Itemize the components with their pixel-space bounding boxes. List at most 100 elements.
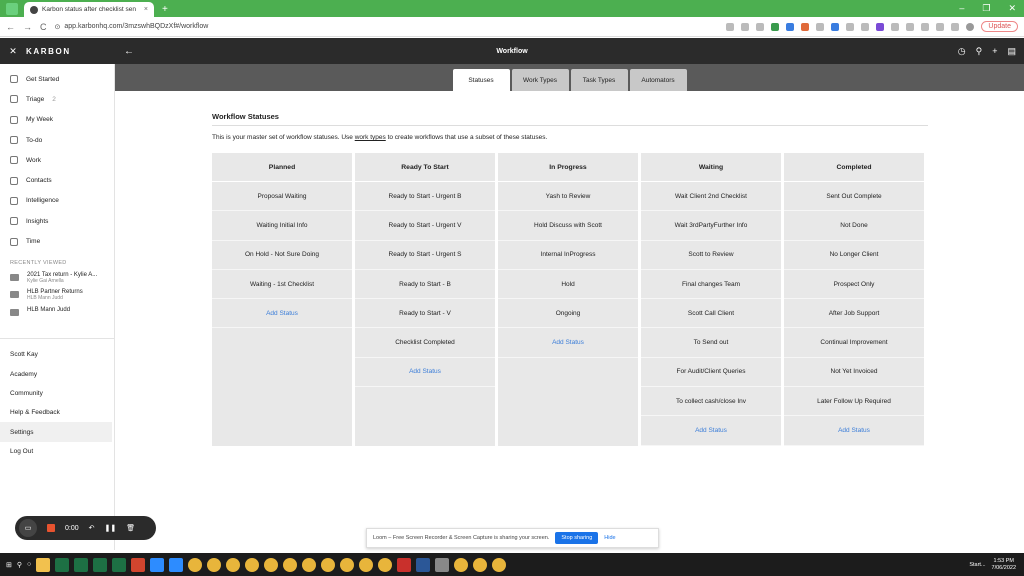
sidebar-item-work[interactable]: Work <box>0 150 114 170</box>
chrome-icon[interactable] <box>207 557 222 572</box>
chrome-icon[interactable] <box>340 557 355 572</box>
timer-icon[interactable]: ◷ <box>958 46 966 57</box>
excel-icon[interactable] <box>74 557 89 572</box>
hide-button[interactable]: Hide <box>604 535 615 541</box>
status-item[interactable]: After Job Support <box>784 299 924 329</box>
add-status-button[interactable]: Add Status <box>355 358 495 388</box>
extension-icon[interactable] <box>726 22 735 31</box>
search-icon[interactable]: ⚲ <box>17 561 22 569</box>
status-item[interactable]: Prospect Only <box>784 270 924 300</box>
chrome-icon[interactable] <box>492 557 507 572</box>
chrome-icon[interactable] <box>226 557 241 572</box>
profile-avatar[interactable] <box>966 22 975 31</box>
chrome-icon[interactable] <box>321 557 336 572</box>
excel-icon[interactable] <box>55 557 70 572</box>
tab-automators[interactable]: Automators <box>629 69 687 91</box>
chrome-icon[interactable] <box>302 557 317 572</box>
close-icon[interactable]: ✕ <box>0 46 26 57</box>
status-item[interactable]: Scott Call Client <box>641 299 781 329</box>
back-arrow-icon[interactable]: ← <box>124 46 134 57</box>
back-button[interactable]: ← <box>6 22 15 32</box>
url-field[interactable]: ⊙ app.karbonhq.com/3mzswhBQDzXf#/workflo… <box>55 23 375 31</box>
status-item[interactable]: To collect cash/close Inv <box>641 387 781 417</box>
status-item[interactable]: Ready to Start - Urgent S <box>355 241 495 270</box>
extension-icon[interactable] <box>771 22 780 31</box>
status-item[interactable]: Not Done <box>784 211 924 241</box>
excel-icon[interactable] <box>112 557 127 572</box>
status-item[interactable]: Ready to Start - V <box>355 299 495 329</box>
tab-statuses[interactable]: Statuses <box>452 69 510 91</box>
status-item[interactable]: Waiting - 1st Checklist <box>212 270 352 300</box>
extension-icon[interactable] <box>801 22 810 31</box>
status-item[interactable]: Scott to Review <box>641 241 781 270</box>
sidebar-item-insights[interactable]: Insights <box>0 211 114 231</box>
tab-close-icon[interactable]: × <box>144 6 148 13</box>
sidebar-item-academy[interactable]: Academy <box>0 364 114 383</box>
stop-sharing-button[interactable]: Stop sharing <box>555 532 599 544</box>
extension-icon[interactable] <box>786 22 795 31</box>
task-view-icon[interactable]: ○ <box>27 561 31 568</box>
status-item[interactable]: Later Follow Up Required <box>784 387 924 417</box>
status-item[interactable]: Hold Discuss with Scott <box>498 211 638 241</box>
add-status-button[interactable]: Add Status <box>498 328 638 358</box>
word-icon[interactable] <box>416 557 431 572</box>
sidebar-item-triage[interactable]: Triage 2 <box>0 89 114 109</box>
sidebar-item-settings[interactable]: Settings <box>0 422 112 442</box>
status-item[interactable]: Hold <box>498 270 638 300</box>
stocks-widget[interactable]: Start... <box>969 562 985 568</box>
recent-item[interactable]: HLB Mann Judd <box>0 307 114 325</box>
zoom-icon[interactable] <box>169 557 184 572</box>
update-button[interactable]: Update <box>981 21 1018 32</box>
tab-work-types[interactable]: Work Types <box>511 69 569 91</box>
stop-recording-button[interactable] <box>47 524 55 532</box>
add-status-button[interactable]: Add Status <box>784 416 924 446</box>
close-window-button[interactable]: ✕ <box>1008 3 1016 14</box>
sidebar-item-get-started[interactable]: Get Started <box>0 69 114 89</box>
new-tab-button[interactable]: + <box>162 4 168 15</box>
status-item[interactable]: Ready to Start - Urgent V <box>355 211 495 241</box>
status-item[interactable]: On Hold - Not Sure Doing <box>212 241 352 270</box>
extension-icon[interactable] <box>891 22 900 31</box>
extension-icon[interactable] <box>906 22 915 31</box>
tab-search-icon[interactable] <box>6 3 18 15</box>
maximize-button[interactable]: ❐ <box>982 3 990 14</box>
sidebar-item-my-week[interactable]: My Week <box>0 110 114 130</box>
status-item[interactable]: Proposal Waiting <box>212 182 352 212</box>
status-item[interactable]: Continual Improvement <box>784 328 924 358</box>
app-icon[interactable] <box>435 557 450 572</box>
status-item[interactable]: Internal InProgress <box>498 241 638 270</box>
sidebar-item-logout[interactable]: Log Out <box>0 442 114 461</box>
status-item[interactable]: Not Yet Invoiced <box>784 358 924 388</box>
chrome-icon[interactable] <box>245 557 260 572</box>
extension-icon[interactable] <box>756 22 765 31</box>
app-icon[interactable] <box>131 557 146 572</box>
search-icon[interactable]: ⚲ <box>976 46 983 57</box>
sidebar-item-todo[interactable]: To-do <box>0 130 114 150</box>
start-icon[interactable]: ⊞ <box>6 561 12 569</box>
status-item[interactable]: Ongoing <box>498 299 638 329</box>
restart-icon[interactable]: ↶ <box>89 524 95 532</box>
recent-item[interactable]: HLB Partner Returns HLB Mann Judd <box>0 289 114 307</box>
zoom-icon[interactable] <box>150 557 165 572</box>
status-item[interactable]: Waiting Initial Info <box>212 211 352 241</box>
extension-icon[interactable] <box>741 22 750 31</box>
karbon-logo[interactable]: KARBON <box>26 47 116 56</box>
extension-icon[interactable] <box>831 22 840 31</box>
plus-icon[interactable]: + <box>992 46 997 57</box>
trash-icon[interactable]: 🗑 <box>126 524 135 532</box>
status-item[interactable]: No Longer Client <box>784 241 924 270</box>
browser-tab[interactable]: Karbon status after checklist sen × <box>24 2 154 17</box>
chrome-icon[interactable] <box>359 557 374 572</box>
sidebar-item-community[interactable]: Community <box>0 384 114 403</box>
status-item[interactable]: Yash to Review <box>498 182 638 212</box>
sidebar-item-intelligence[interactable]: Intelligence <box>0 191 114 211</box>
chrome-icon[interactable] <box>188 557 203 572</box>
add-status-button[interactable]: Add Status <box>212 299 352 329</box>
excel-icon[interactable] <box>93 557 108 572</box>
notes-icon[interactable]: ▤ <box>1007 46 1016 57</box>
pause-icon[interactable]: ❚❚ <box>105 524 117 532</box>
sidebar-item-time[interactable]: Time <box>0 231 114 251</box>
status-item[interactable]: Final changes Team <box>641 270 781 300</box>
extension-icon[interactable] <box>846 22 855 31</box>
clock[interactable]: 1:53 PM 7/06/2022 <box>992 558 1016 572</box>
